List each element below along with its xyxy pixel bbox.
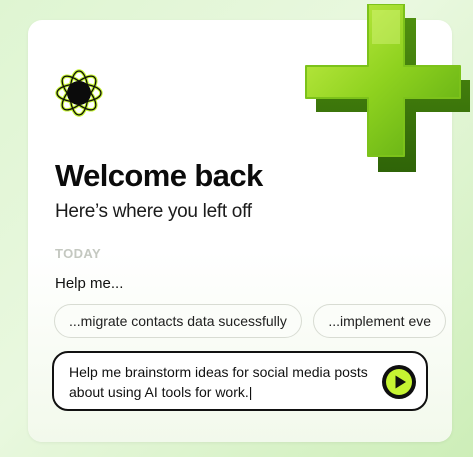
send-button[interactable] (382, 365, 416, 399)
suggestion-chip-migrate-contacts[interactable]: ...migrate contacts data sucessfully (54, 304, 302, 338)
page-subtitle: Here’s where you left off (55, 201, 252, 222)
app-frame: Welcome back Here’s where you left off T… (0, 0, 473, 457)
play-icon (386, 369, 412, 395)
suggestion-chip-row: ...migrate contacts data sucessfully ...… (54, 304, 452, 340)
suggestion-chip-implement[interactable]: ...implement eve (313, 304, 447, 338)
green-plus-icon (305, 4, 470, 172)
history-section-label: TODAY (55, 246, 102, 261)
prompt-prefix-label: Help me... (55, 275, 124, 292)
brand-logo-icon (55, 69, 103, 117)
prompt-composer: Help me brainstorm ideas for social medi… (52, 351, 428, 411)
page-title: Welcome back (55, 158, 263, 193)
prompt-input[interactable]: Help me brainstorm ideas for social medi… (69, 362, 369, 406)
